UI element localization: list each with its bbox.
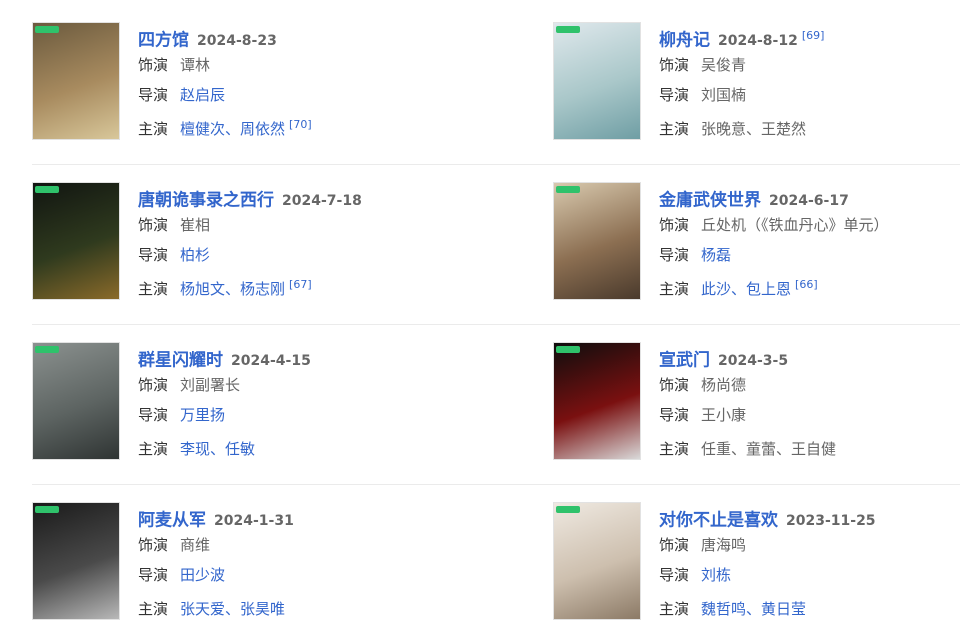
- poster-art: [33, 503, 119, 619]
- release-date: 2023-11-25: [786, 513, 876, 530]
- cast-value[interactable]: 檀健次、周依然: [180, 120, 285, 138]
- director-value[interactable]: 柏杉: [180, 246, 210, 264]
- row-divider: [32, 324, 960, 325]
- platform-badge-icon: [35, 26, 59, 33]
- role-value: 商维: [180, 536, 211, 554]
- role-value: 刘副署长: [180, 376, 241, 394]
- director-label: 导演: [138, 86, 169, 104]
- citation-link[interactable]: [69]: [802, 29, 825, 42]
- director-label: 导演: [138, 566, 169, 584]
- director-label: 导演: [659, 86, 690, 104]
- poster-art: [554, 23, 640, 139]
- work-title-link[interactable]: 对你不止是喜欢: [659, 510, 778, 530]
- cast-label: 主演: [138, 280, 169, 298]
- role-label: 饰演: [659, 216, 690, 234]
- row-divider: [32, 484, 960, 485]
- platform-badge-icon: [556, 26, 580, 33]
- role-value: 丘处机（《铁血丹心》单元）: [701, 216, 889, 234]
- work-title-link[interactable]: 群星闪耀时: [138, 350, 223, 370]
- director-label: 导演: [138, 406, 169, 424]
- cast-label: 主演: [659, 280, 690, 298]
- poster-image[interactable]: [32, 502, 120, 620]
- director-label: 导演: [659, 566, 690, 584]
- poster-image[interactable]: [553, 342, 641, 460]
- role-label: 饰演: [138, 216, 169, 234]
- role-label: 饰演: [138, 536, 169, 554]
- role-label: 饰演: [138, 376, 169, 394]
- director-value[interactable]: 赵启辰: [180, 86, 225, 104]
- work-title-link[interactable]: 四方馆: [138, 30, 189, 50]
- work-title-link[interactable]: 唐朝诡事录之西行: [138, 190, 274, 210]
- poster-art: [554, 503, 640, 619]
- poster-art: [554, 183, 640, 299]
- role-value: 杨尚德: [701, 376, 747, 394]
- director-value[interactable]: 杨磊: [701, 246, 731, 264]
- role-value: 崔相: [180, 216, 211, 234]
- platform-badge-icon: [35, 346, 59, 353]
- poster-image[interactable]: [553, 22, 641, 140]
- work-title-link[interactable]: 柳舟记: [659, 30, 710, 50]
- director-value[interactable]: 刘栋: [701, 566, 731, 584]
- work-title-link[interactable]: 金庸武侠世界: [659, 190, 761, 210]
- cast-value[interactable]: 张天爱、张昊唯: [180, 600, 285, 618]
- director-label: 导演: [659, 406, 690, 424]
- poster-art: [33, 183, 119, 299]
- cast-value[interactable]: 杨旭文、杨志刚: [180, 280, 285, 298]
- cast-label: 主演: [659, 120, 690, 138]
- platform-badge-icon: [556, 346, 580, 353]
- cast-value[interactable]: 此沙、包上恩: [701, 280, 791, 298]
- director-value[interactable]: 田少波: [180, 566, 225, 584]
- release-date: 2024-4-15: [231, 353, 311, 370]
- release-date: 2024-8-12: [718, 33, 798, 50]
- cast-value: 张晚意、王楚然: [701, 120, 807, 138]
- poster-image[interactable]: [32, 182, 120, 300]
- poster-image[interactable]: [553, 502, 641, 620]
- release-date: 2024-7-18: [282, 193, 362, 210]
- poster-art: [33, 23, 119, 139]
- role-label: 饰演: [138, 56, 169, 74]
- filmography-grid: 四方馆 2024-8-23 饰演 谭林 导演 赵启辰 主演 檀健次、周依然 [70] 柳舟…: [0, 0, 960, 636]
- poster-image[interactable]: [32, 22, 120, 140]
- cast-value[interactable]: 李现、任敏: [180, 440, 255, 458]
- work-title-link[interactable]: 阿麦从军: [138, 510, 206, 530]
- release-date: 2024-1-31: [214, 513, 294, 530]
- role-value: 谭林: [180, 56, 211, 74]
- cast-value[interactable]: 魏哲鸣、黄日莹: [701, 600, 806, 618]
- director-label: 导演: [138, 246, 169, 264]
- cast-label: 主演: [138, 120, 169, 138]
- role-label: 饰演: [659, 56, 690, 74]
- poster-image[interactable]: [553, 182, 641, 300]
- release-date: 2024-8-23: [197, 33, 277, 50]
- role-value: 吴俊青: [701, 56, 747, 74]
- role-label: 饰演: [659, 536, 690, 554]
- platform-badge-icon: [35, 186, 59, 193]
- poster-art: [554, 343, 640, 459]
- citation-link[interactable]: [67]: [289, 278, 312, 291]
- cast-value: 任重、童蕾、王自健: [701, 440, 837, 458]
- poster-image[interactable]: [32, 342, 120, 460]
- citation-link[interactable]: [66]: [795, 278, 818, 291]
- release-date: 2024-6-17: [769, 193, 849, 210]
- role-value: 唐海鸣: [701, 536, 747, 554]
- row-divider: [32, 164, 960, 165]
- role-label: 饰演: [659, 376, 690, 394]
- cast-label: 主演: [138, 600, 169, 618]
- platform-badge-icon: [35, 506, 59, 513]
- director-value[interactable]: 万里扬: [180, 406, 225, 424]
- cast-label: 主演: [659, 440, 690, 458]
- cast-label: 主演: [659, 600, 690, 618]
- release-date: 2024-3-5: [718, 353, 789, 370]
- poster-art: [33, 343, 119, 459]
- citation-link[interactable]: [70]: [289, 118, 312, 131]
- platform-badge-icon: [556, 506, 580, 513]
- director-value: 刘国楠: [701, 86, 747, 104]
- work-title-link[interactable]: 宣武门: [659, 350, 710, 370]
- director-value: 王小康: [701, 406, 747, 424]
- platform-badge-icon: [556, 186, 580, 193]
- cast-label: 主演: [138, 440, 169, 458]
- director-label: 导演: [659, 246, 690, 264]
